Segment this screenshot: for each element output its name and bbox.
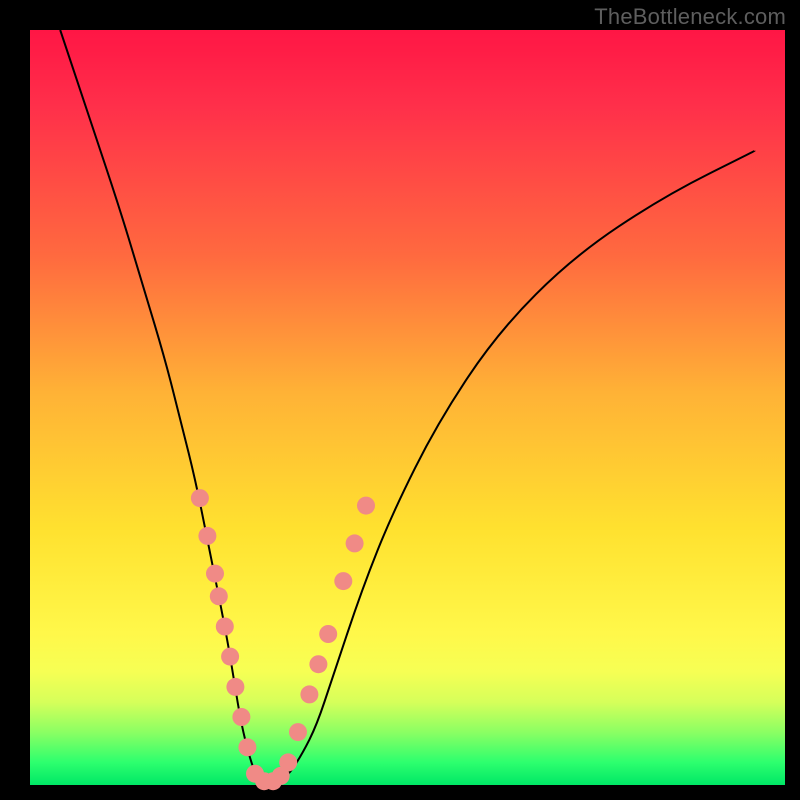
marker-right-cluster — [300, 685, 318, 703]
marker-right-cluster — [309, 655, 327, 673]
plot-area — [30, 30, 785, 785]
marker-left-cluster — [191, 489, 209, 507]
marker-left-cluster — [216, 618, 234, 636]
chart-frame: TheBottleneck.com — [0, 0, 800, 800]
marker-right-cluster — [334, 572, 352, 590]
marker-left-cluster — [198, 527, 216, 545]
curve-markers — [191, 489, 375, 790]
marker-right-cluster — [289, 723, 307, 741]
marker-left-cluster — [206, 565, 224, 583]
curve-layer — [30, 30, 785, 785]
marker-left-cluster — [221, 648, 239, 666]
marker-left-cluster — [238, 738, 256, 756]
bottleneck-curve — [60, 30, 755, 785]
marker-left-cluster — [226, 678, 244, 696]
marker-right-cluster — [319, 625, 337, 643]
marker-left-cluster — [210, 587, 228, 605]
marker-right-cluster — [357, 497, 375, 515]
marker-right-cluster — [279, 753, 297, 771]
watermark-text: TheBottleneck.com — [594, 4, 786, 30]
marker-left-cluster — [232, 708, 250, 726]
marker-right-cluster — [346, 534, 364, 552]
